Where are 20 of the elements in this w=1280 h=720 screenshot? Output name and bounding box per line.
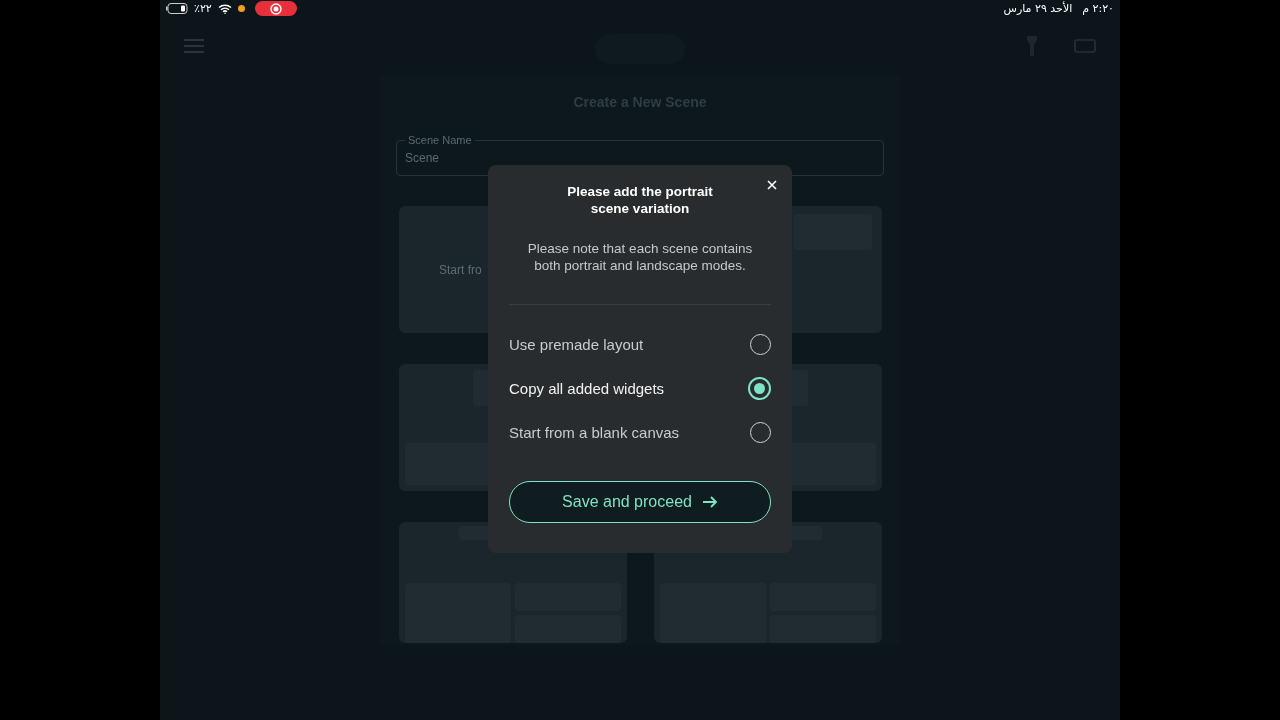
option-row[interactable]: Copy all added widgets: [509, 377, 771, 399]
dialog-message: Please note that each scene contains both portrait and landscape modes.: [526, 240, 754, 274]
status-time: ٢:٢٠ م: [1082, 2, 1114, 15]
arrow-icon: [701, 496, 718, 508]
option-row[interactable]: Use premade layout: [509, 333, 771, 355]
privacy-dot: [237, 5, 245, 12]
card-label: Start fro: [439, 262, 482, 277]
dialog-title: Please add the portrait scene variation: [566, 183, 714, 217]
save-button[interactable]: Save and proceed: [509, 481, 771, 523]
status-date: الأحد ٢٩ مارس: [1003, 2, 1073, 15]
option-row[interactable]: Start from a blank canvas: [509, 421, 771, 443]
wifi-icon: [217, 3, 232, 14]
close-icon[interactable]: [767, 180, 777, 190]
field-label: Scene Name: [405, 133, 475, 147]
screen-icon[interactable]: [1074, 39, 1096, 53]
menu-icon[interactable]: [184, 38, 204, 54]
screen-recording-indicator[interactable]: [254, 1, 297, 16]
battery-percent: ٪٢٢: [194, 2, 212, 15]
radio-button[interactable]: [748, 376, 771, 400]
battery-icon: [166, 3, 188, 14]
